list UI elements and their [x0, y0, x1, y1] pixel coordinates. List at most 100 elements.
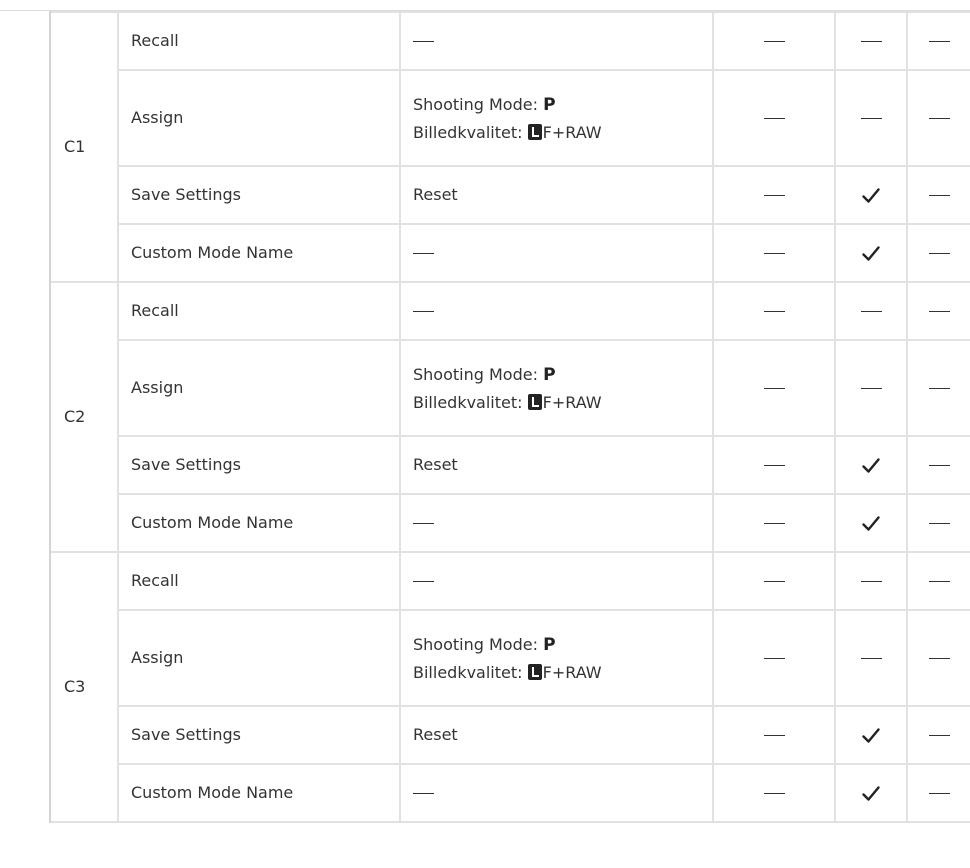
availability-cell [834, 223, 908, 283]
dash-mark [763, 465, 785, 466]
custom-mode-label: C2 [49, 281, 119, 553]
shooting-mode-value: P [543, 634, 556, 655]
availability-cell [712, 11, 836, 71]
dash-mark [413, 253, 434, 254]
image-quality-line: Billedkvalitet: F+RAW [413, 119, 712, 146]
dash-mark [928, 118, 950, 119]
image-quality-label: Billedkvalitet: [413, 662, 523, 682]
availability-cell [712, 435, 836, 495]
dash-mark [928, 581, 950, 582]
availability-cell [712, 763, 836, 823]
dash-mark [860, 658, 882, 659]
availability-cell [906, 609, 970, 707]
availability-cell [834, 609, 908, 707]
availability-cell [712, 223, 836, 283]
availability-cell [834, 551, 908, 611]
availability-cell [906, 281, 970, 341]
availability-cell [712, 281, 836, 341]
function-name-cell: Custom Mode Name [117, 493, 401, 553]
table-row: Assign Shooting Mode: P Billedkvalitet: F+… [0, 609, 970, 707]
table-row: Save Settings Reset [0, 435, 970, 495]
availability-cell [906, 165, 970, 225]
dash-mark [928, 735, 950, 736]
availability-cell [712, 705, 836, 765]
dash-mark [763, 581, 785, 582]
availability-cell [906, 339, 970, 437]
checkmark-icon [862, 515, 880, 531]
dash-mark [763, 658, 785, 659]
checkmark-icon [862, 457, 880, 473]
availability-cell [834, 165, 908, 225]
quality-large-icon [527, 663, 542, 680]
dash-mark [413, 311, 434, 312]
table-row: C1 Recall [0, 11, 970, 283]
dash-mark [860, 311, 882, 312]
checkmark-icon [862, 187, 880, 203]
availability-cell [906, 69, 970, 167]
dash-mark [413, 41, 434, 42]
function-name-cell: Assign [117, 69, 401, 167]
shooting-mode-value: P [543, 364, 556, 385]
default-value-cell [399, 11, 714, 71]
dash-mark [413, 523, 434, 524]
dash-mark [763, 735, 785, 736]
table-row: C3 Recall [0, 551, 970, 823]
checkmark-icon [862, 785, 880, 801]
availability-cell [712, 609, 836, 707]
availability-cell [834, 435, 908, 495]
dash-mark [860, 388, 882, 389]
function-name-cell: Assign [117, 609, 401, 707]
availability-cell [906, 705, 970, 765]
checkmark-icon [862, 245, 880, 261]
table-row: Custom Mode Name [0, 493, 970, 553]
availability-cell [834, 281, 908, 341]
shooting-mode-label: Shooting Mode: [413, 94, 538, 114]
default-value-cell: Shooting Mode: P Billedkvalitet: F+RAW [399, 609, 714, 707]
dash-mark [928, 253, 950, 254]
availability-cell [906, 763, 970, 823]
table-row: Custom Mode Name [0, 763, 970, 823]
availability-cell [834, 69, 908, 167]
row-group-spacer [0, 12, 51, 282]
image-quality-label: Billedkvalitet: [413, 122, 523, 142]
shooting-mode-label: Shooting Mode: [413, 634, 538, 654]
dash-mark [928, 388, 950, 389]
dash-mark [763, 41, 785, 42]
default-value-cell: Shooting Mode: P Billedkvalitet: F+RAW [399, 69, 714, 167]
dash-mark [928, 465, 950, 466]
dash-mark [928, 658, 950, 659]
shooting-mode-value: P [543, 94, 556, 115]
dash-mark [763, 195, 785, 196]
function-name-cell: Assign [117, 339, 401, 437]
availability-cell [712, 493, 836, 553]
custom-mode-label: C3 [49, 551, 119, 823]
availability-cell [906, 551, 970, 611]
table-row: Custom Mode Name [0, 223, 970, 283]
function-name-cell: Recall [117, 281, 401, 341]
availability-cell [712, 69, 836, 167]
image-quality-label: Billedkvalitet: [413, 392, 523, 412]
availability-cell [834, 493, 908, 553]
table-row: Assign Shooting Mode: P Billedkvalitet: F+… [0, 69, 970, 167]
image-quality-value: F+RAW [542, 122, 602, 142]
table-row: Save Settings Reset [0, 165, 970, 225]
default-value-cell [399, 551, 714, 611]
dash-mark [763, 311, 785, 312]
shooting-mode-line: Shooting Mode: P [413, 91, 712, 119]
dash-mark [928, 523, 950, 524]
dash-mark [860, 581, 882, 582]
image-quality-value: F+RAW [542, 662, 602, 682]
dash-mark [928, 793, 950, 794]
shooting-mode-label: Shooting Mode: [413, 364, 538, 384]
row-group-spacer [0, 552, 51, 822]
dash-mark [860, 118, 882, 119]
image-quality-line: Billedkvalitet: F+RAW [413, 659, 712, 686]
dash-mark [928, 311, 950, 312]
custom-mode-label: C1 [49, 11, 119, 283]
availability-cell [712, 551, 836, 611]
image-quality-value: F+RAW [542, 392, 602, 412]
shooting-mode-line: Shooting Mode: P [413, 361, 712, 389]
custom-mode-settings-table: C1 Recall Assign Shooting Mode: P Billedkval… [0, 11, 970, 823]
dash-mark [763, 388, 785, 389]
image-quality-line: Billedkvalitet: F+RAW [413, 389, 712, 416]
